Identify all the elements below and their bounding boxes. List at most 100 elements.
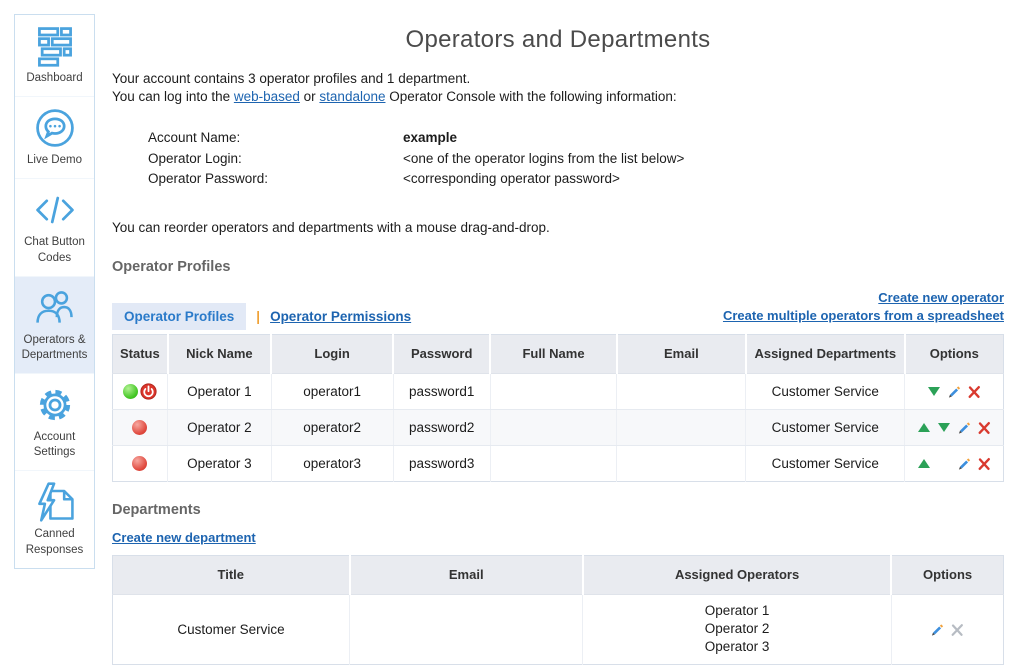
credential-row: Account Name: example [148, 128, 1004, 149]
move-up-button[interactable] [917, 457, 932, 470]
password-cell: password3 [393, 445, 490, 481]
column-header-full-name: Full Name [490, 334, 617, 373]
column-header-email: Email [617, 334, 746, 373]
move-down-button[interactable] [927, 385, 942, 398]
create-multiple-operators-link[interactable]: Create multiple operators from a spreads… [723, 307, 1004, 325]
tab-operator-profiles[interactable]: Operator Profiles [112, 303, 246, 330]
delete-x-disabled-icon [950, 623, 964, 637]
operators-table: Status Nick Name Login Password Full Nam… [112, 334, 1004, 482]
move-down-button[interactable] [937, 421, 952, 434]
assigned-departments-cell: Customer Service [746, 409, 905, 445]
status-offline-icon [132, 420, 147, 435]
intro-line1: Your account contains 3 operator profile… [112, 70, 1004, 88]
assigned-operators-cell: Operator 1 Operator 2 Operator 3 [583, 594, 891, 664]
edit-operator-button[interactable] [957, 421, 972, 434]
sidebar-item-canned-responses[interactable]: Canned Responses [15, 470, 94, 567]
operator-password-label: Operator Password: [148, 169, 403, 190]
assigned-operator: Operator 1 [584, 602, 889, 620]
column-header-title: Title [113, 555, 350, 594]
arrow-up-icon [918, 423, 930, 432]
column-header-status: Status [113, 334, 168, 373]
column-header-assigned-operators: Assigned Operators [583, 555, 891, 594]
password-cell: password1 [393, 373, 490, 409]
sidebar-item-live-demo[interactable]: Live Demo [15, 96, 94, 178]
assigned-departments-cell: Customer Service [746, 445, 905, 481]
assigned-operator: Operator 3 [584, 638, 889, 656]
column-header-options: Options [905, 334, 1004, 373]
column-header-email: Email [350, 555, 583, 594]
move-up-button[interactable] [917, 421, 932, 434]
column-header-login: Login [271, 334, 393, 373]
status-cell [113, 445, 168, 481]
delete-operator-button[interactable] [967, 385, 982, 398]
intro-line2-mid: or [300, 89, 320, 104]
live-demo-icon [33, 106, 77, 150]
sidebar-item-chat-button-codes[interactable]: Chat Button Codes [15, 178, 94, 275]
arrow-down-icon [928, 387, 940, 396]
options-cell [905, 409, 1004, 445]
dashboard-icon [33, 24, 77, 68]
operator-login-value: <one of the operator logins from the lis… [403, 149, 684, 170]
page-title: Operators and Departments [112, 26, 1004, 54]
power-logout-icon[interactable] [140, 383, 157, 400]
column-header-nick-name: Nick Name [168, 334, 271, 373]
email-cell [617, 373, 746, 409]
standalone-link[interactable]: standalone [319, 89, 385, 104]
departments-header-row: Title Email Assigned Operators Options [113, 555, 1004, 594]
login-cell: operator1 [271, 373, 393, 409]
intro-text: Your account contains 3 operator profile… [112, 70, 1004, 106]
create-new-department-link[interactable]: Create new department [112, 530, 256, 545]
account-name-label: Account Name: [148, 128, 403, 149]
login-cell: operator2 [271, 409, 393, 445]
edit-operator-button[interactable] [947, 385, 962, 398]
sidebar-item-dashboard[interactable]: Dashboard [15, 15, 94, 96]
table-row-operator-1: Operator 1 operator1 password1 Customer … [113, 373, 1004, 409]
edit-pencil-icon [957, 456, 972, 472]
status-cell [113, 409, 168, 445]
edit-department-button[interactable] [930, 623, 945, 636]
operators-departments-icon [33, 286, 77, 330]
sidebar-item-operators-departments[interactable]: Operators & Departments [15, 276, 94, 373]
account-settings-icon [33, 383, 77, 427]
create-new-operator-link[interactable]: Create new operator [723, 289, 1004, 307]
tab-operator-permissions[interactable]: Operator Permissions [270, 309, 411, 324]
delete-x-icon [967, 385, 981, 399]
edit-pencil-icon [957, 420, 972, 436]
full-name-cell [490, 373, 617, 409]
department-email-cell [350, 594, 583, 664]
table-row-operator-3: Operator 3 operator3 password3 Customer … [113, 445, 1004, 481]
delete-operator-button[interactable] [977, 457, 992, 470]
credential-row: Operator Login: <one of the operator log… [148, 149, 1004, 170]
delete-x-icon [977, 457, 991, 471]
options-cell [891, 594, 1003, 664]
nick-name-cell: Operator 3 [168, 445, 271, 481]
sidebar-item-label: Canned Responses [18, 527, 91, 557]
password-cell: password2 [393, 409, 490, 445]
intro-line2-prefix: You can log into the [112, 89, 234, 104]
table-row-department: Customer Service Operator 1 Operator 2 O… [113, 594, 1004, 664]
sidebar-item-account-settings[interactable]: Account Settings [15, 373, 94, 470]
full-name-cell [490, 445, 617, 481]
assigned-departments-cell: Customer Service [746, 373, 905, 409]
nick-name-cell: Operator 2 [168, 409, 271, 445]
operator-login-label: Operator Login: [148, 149, 403, 170]
sidebar-item-label: Account Settings [18, 430, 91, 460]
column-header-assigned-departments: Assigned Departments [746, 334, 905, 373]
sidebar-item-label: Dashboard [18, 71, 91, 86]
operators-tabbar: Operator Profiles | Operator Permissions… [112, 289, 1004, 330]
web-based-link[interactable]: web-based [234, 89, 300, 104]
edit-operator-button[interactable] [957, 457, 972, 470]
delete-department-button-disabled [950, 623, 965, 636]
delete-operator-button[interactable] [977, 421, 992, 434]
intro-line2: You can log into the web-based or standa… [112, 88, 1004, 106]
email-cell [617, 445, 746, 481]
credential-row: Operator Password: <corresponding operat… [148, 169, 1004, 190]
departments-table: Title Email Assigned Operators Options C… [112, 555, 1004, 665]
empty-slot [937, 457, 952, 470]
status-cell [113, 373, 168, 409]
sidebar-item-label: Live Demo [18, 153, 91, 168]
create-links: Create new operator Create multiple oper… [723, 289, 1004, 330]
arrow-down-icon [938, 423, 950, 432]
login-cell: operator3 [271, 445, 393, 481]
status-online-icon [123, 384, 138, 399]
